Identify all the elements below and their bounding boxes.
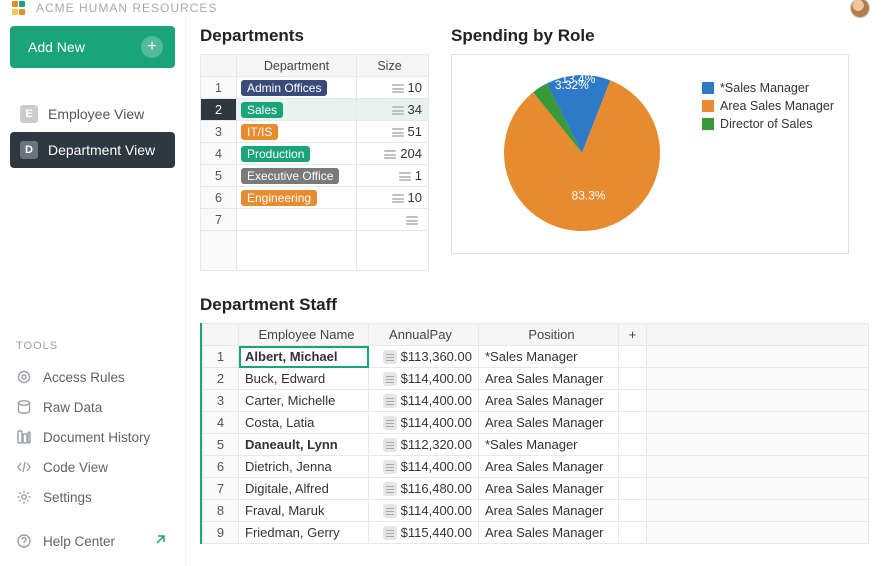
department-row[interactable]: 5 Executive Office 1 (201, 165, 429, 187)
bars-icon (392, 127, 404, 138)
nav-department-view[interactable]: D Department View (10, 132, 175, 168)
nav-badge-icon: D (20, 141, 38, 159)
tool-settings[interactable]: Settings (10, 482, 175, 512)
plus-icon: + (141, 36, 163, 58)
legend-item: Director of Sales (702, 117, 834, 131)
gear-icon (16, 489, 32, 505)
staff-row[interactable]: 7 Digitale, Alfred $116,480.00 Area Sale… (203, 478, 869, 500)
list-icon (383, 460, 397, 474)
department-row[interactable]: 3 IT/IS 51 (201, 121, 429, 143)
svg-text:3.32%: 3.32% (555, 78, 589, 92)
bars-icon (399, 171, 411, 182)
department-row[interactable]: 2 Sales 34 (201, 99, 429, 121)
staff-row[interactable]: 2 Buck, Edward $114,400.00 Area Sales Ma… (203, 368, 869, 390)
sidebar: Add New + E Employee View D Department V… (0, 16, 185, 566)
bars-icon (392, 83, 404, 94)
chart-legend: *Sales Manager Area Sales Manager Director… (702, 81, 834, 135)
list-icon (383, 372, 397, 386)
staff-row[interactable]: 3 Carter, Michelle $114,400.00 Area Sale… (203, 390, 869, 412)
bars-icon (384, 149, 396, 160)
database-icon (16, 399, 32, 415)
tool-code-view[interactable]: Code View (10, 452, 175, 482)
svg-text:83.3%: 83.3% (572, 188, 606, 202)
tools-header: TOOLS (16, 340, 175, 352)
external-link-icon (153, 533, 169, 549)
code-icon (16, 459, 32, 475)
list-icon (383, 482, 397, 496)
tool-document-history[interactable]: Document History (10, 422, 175, 452)
list-icon (383, 504, 397, 518)
list-icon (383, 350, 397, 364)
staff-row[interactable]: 6 Dietrich, Jenna $114,400.00 Area Sales… (203, 456, 869, 478)
department-row[interactable]: 4 Production 204 (201, 143, 429, 165)
spending-title: Spending by Role (451, 26, 849, 46)
history-icon (16, 429, 32, 445)
eye-icon (16, 369, 32, 385)
list-icon (383, 416, 397, 430)
department-row[interactable]: 1 Admin Offices 10 (201, 77, 429, 99)
add-new-button[interactable]: Add New + (10, 26, 175, 68)
bars-icon (392, 105, 404, 116)
help-icon (16, 533, 32, 549)
app-title: ACME HUMAN RESOURCES (36, 1, 217, 15)
staff-row[interactable]: 5 Daneault, Lynn $112,320.00 *Sales Mana… (203, 434, 869, 456)
list-icon (383, 438, 397, 452)
list-icon (383, 526, 397, 540)
add-column-button[interactable]: + (619, 324, 647, 346)
staff-title: Department Staff (200, 295, 872, 315)
departments-table[interactable]: Department Size 1 Admin Offices 102 Sale… (200, 54, 429, 271)
app-logo-icon (12, 1, 28, 15)
tool-access-rules[interactable]: Access Rules (10, 362, 175, 392)
staff-row[interactable]: 1 Albert, Michael $113,360.00 *Sales Man… (203, 346, 869, 368)
staff-row[interactable]: 9 Friedman, Gerry $115,440.00 Area Sales… (203, 522, 869, 544)
nav-employee-view[interactable]: E Employee View (10, 96, 175, 132)
spending-pie-chart: 13.4%83.3%3.32% *Sales ManagerArea Sales… (451, 54, 849, 254)
departments-title: Departments (200, 26, 429, 46)
staff-row[interactable]: 4 Costa, Latia $114,400.00 Area Sales Ma… (203, 412, 869, 434)
legend-item: Area Sales Manager (702, 99, 834, 113)
legend-item: *Sales Manager (702, 81, 834, 95)
staff-table[interactable]: Employee Name AnnualPay Position + 1 Alb… (202, 323, 869, 544)
department-row[interactable]: 6 Engineering 10 (201, 187, 429, 209)
nav-badge-icon: E (20, 105, 38, 123)
bars-icon (392, 193, 404, 204)
staff-row[interactable]: 8 Fraval, Maruk $114,400.00 Area Sales M… (203, 500, 869, 522)
tool-help-center[interactable]: Help Center (10, 526, 175, 556)
tool-raw-data[interactable]: Raw Data (10, 392, 175, 422)
list-icon (383, 394, 397, 408)
